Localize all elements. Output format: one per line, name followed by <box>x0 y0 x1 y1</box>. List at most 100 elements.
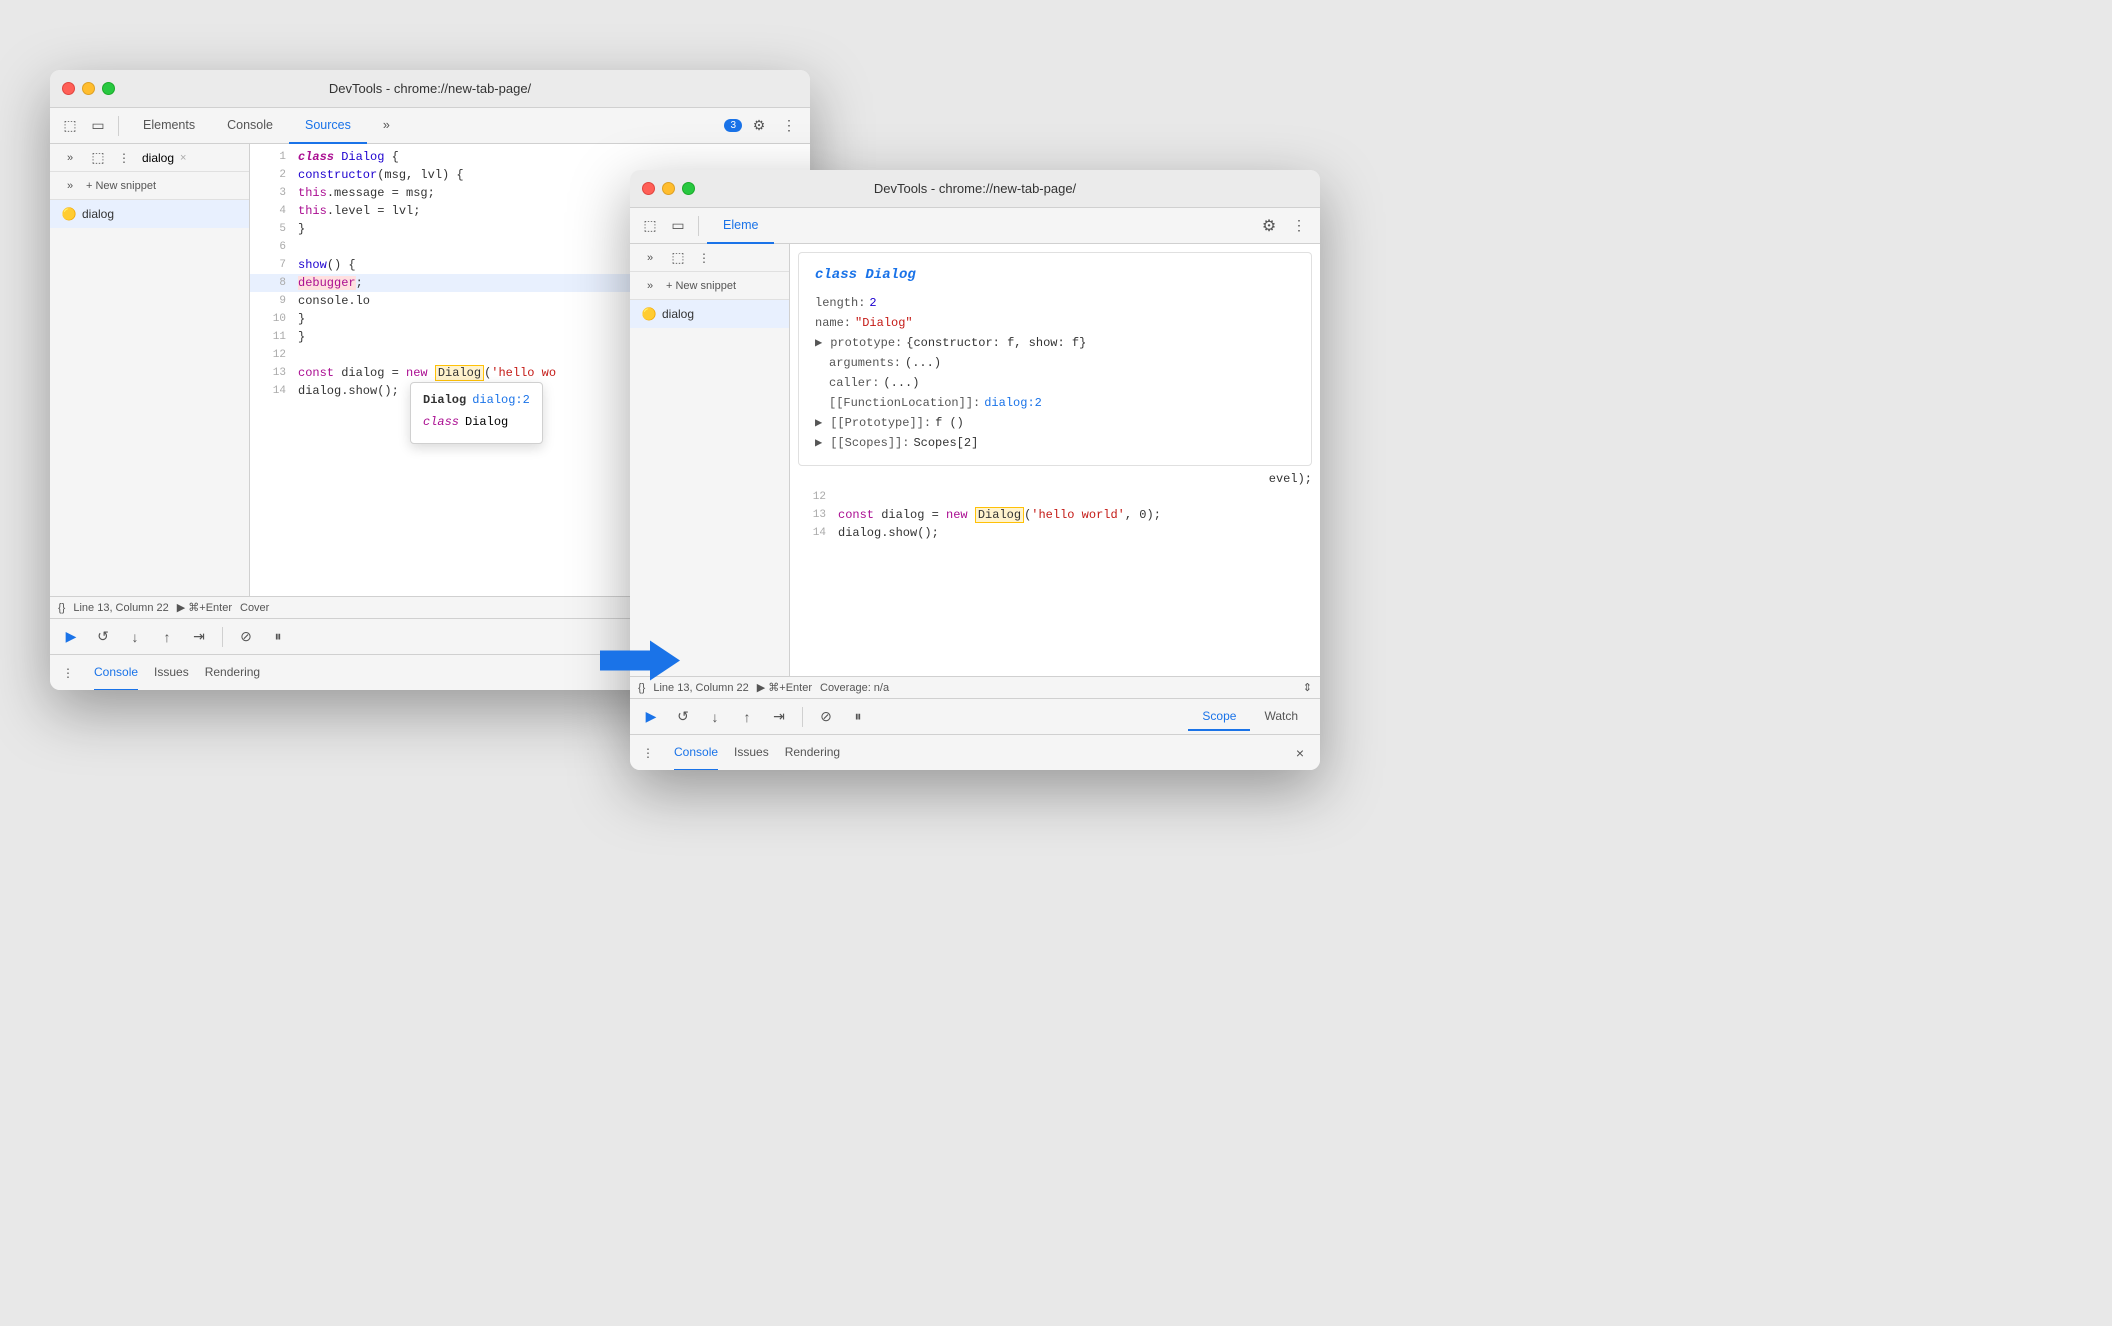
new-snippet-btn-back[interactable]: + New snippet <box>86 180 156 192</box>
coverage-front: Coverage: n/a <box>820 682 889 694</box>
pause-btn-back[interactable]: ⏸ <box>265 624 291 650</box>
bottom-tab-console-back[interactable]: Console <box>94 655 138 691</box>
code-line-1: 1 class Dialog { <box>250 148 810 166</box>
bottom-more-icon-back[interactable]: ⋮ <box>58 663 78 683</box>
scope-tab-scope-front[interactable]: Scope <box>1188 703 1250 731</box>
more-options-icon-front[interactable]: ⋮ <box>1286 213 1312 239</box>
debug-separator1-front <box>802 707 803 727</box>
snippet-header-front: » + New snippet <box>630 272 789 300</box>
tooltip-popup-back: Dialog dialog:2 class Dialog <box>410 382 543 444</box>
front-code-line-right: evel); <box>790 470 1320 488</box>
tab-elements-front[interactable]: Eleme <box>707 208 774 244</box>
bottom-tab-issues-back[interactable]: Issues <box>154 655 189 691</box>
inspect-icon-front[interactable]: ⬚ <box>638 214 662 238</box>
new-snippet-btn-front[interactable]: + New snippet <box>666 280 736 292</box>
play-btn-back[interactable]: ▶ <box>58 624 84 650</box>
traffic-lights-front <box>642 182 695 195</box>
main-content-front: class Dialog length: 2 name: "Dialog" ▶ … <box>790 244 1320 676</box>
sidebar-expand-icon-front[interactable]: » <box>638 246 662 270</box>
scroll-icon-front[interactable]: ⇕ <box>1303 681 1312 694</box>
sidebar-item-dialog-front[interactable]: 🟡 dialog <box>630 300 789 328</box>
sidebar-file-icon-front[interactable]: ⬚ <box>666 246 690 270</box>
step-out-btn-back[interactable]: ↑ <box>154 624 180 650</box>
coverage-back: Cover <box>240 602 269 614</box>
prop-name: name: "Dialog" <box>815 313 1295 333</box>
minimize-button-front[interactable] <box>662 182 675 195</box>
debug-toolbar-front: ▶ ↺ ↓ ↑ ⇥ ⊘ ⏸ Scope Watch <box>630 698 1320 734</box>
sidebar-header-back: » ⬚ ⋮ dialog × <box>50 144 249 172</box>
maximize-button-front[interactable] <box>682 182 695 195</box>
inspect-icon[interactable]: ⬚ <box>58 114 82 138</box>
sidebar-header-front: » ⬚ ⋮ <box>630 244 789 272</box>
pause-btn-front[interactable]: ⏸ <box>845 704 871 730</box>
window-title-back: DevTools - chrome://new-tab-page/ <box>329 81 531 96</box>
prop-arguments: arguments: (...) <box>815 353 1295 373</box>
more-options-icon-back[interactable]: ⋮ <box>776 113 802 139</box>
bottom-tab-issues-front[interactable]: Issues <box>734 735 769 771</box>
bottom-tabs-front: ⋮ Console Issues Rendering × <box>630 734 1320 770</box>
close-button-back[interactable] <box>62 82 75 95</box>
step-into-btn-back[interactable]: ↓ <box>122 624 148 650</box>
tab-console-back[interactable]: Console <box>211 108 289 144</box>
body-front: » ⬚ ⋮ » + New snippet 🟡 dialog class Dia… <box>630 244 1320 676</box>
tooltip-link1[interactable]: dialog:2 <box>472 391 530 409</box>
step-over-btn-front[interactable]: ↺ <box>670 704 696 730</box>
main-toolbar-front: ⬚ ▭ Eleme ⚙ ⋮ <box>630 208 1320 244</box>
deactivate-btn-back[interactable]: ⊘ <box>233 624 259 650</box>
sidebar-back-expand-icon[interactable]: » <box>58 174 82 198</box>
deactivate-btn-front[interactable]: ⊘ <box>813 704 839 730</box>
sidebar-item-dialog-back[interactable]: 🟡 dialog <box>50 200 249 228</box>
toolbar-separator <box>118 116 119 136</box>
tab-sources-back[interactable]: Sources <box>289 108 367 144</box>
bottom-tab-rendering-front[interactable]: Rendering <box>785 735 840 771</box>
settings-icon-front[interactable]: ⚙ <box>1256 213 1282 239</box>
back-expand-icon-front[interactable]: » <box>638 274 662 298</box>
sidebar-more-icon-back[interactable]: ⋮ <box>114 148 134 168</box>
status-bar-front: {} Line 13, Column 22 ▶ ⌘+Enter Coverage… <box>630 676 1320 698</box>
minimize-button-back[interactable] <box>82 82 95 95</box>
step-btn-back[interactable]: ⇥ <box>186 624 212 650</box>
function-location-link[interactable]: dialog:2 <box>984 393 1042 413</box>
class-name-heading: class Dialog <box>815 265 1295 285</box>
device-icon-front[interactable]: ▭ <box>666 214 690 238</box>
sidebar-more-icon-front[interactable]: ⋮ <box>694 248 714 268</box>
bottom-tab-rendering-back[interactable]: Rendering <box>205 655 260 691</box>
device-icon[interactable]: ▭ <box>86 114 110 138</box>
close-button-front[interactable] <box>642 182 655 195</box>
step-into-btn-front[interactable]: ↓ <box>702 704 728 730</box>
devtools-window-front: DevTools - chrome://new-tab-page/ ⬚ ▭ El… <box>630 170 1320 770</box>
maximize-button-back[interactable] <box>102 82 115 95</box>
step-btn-front[interactable]: ⇥ <box>766 704 792 730</box>
bottom-tab-console-front[interactable]: Console <box>674 735 718 771</box>
tooltip-italic: class <box>423 413 459 431</box>
tab-elements-back[interactable]: Elements <box>127 108 211 144</box>
sidebar-back: » ⬚ ⋮ dialog × » + New snippet 🟡 dialog <box>50 144 250 596</box>
arrow-svg <box>600 636 680 686</box>
bottom-more-icon-front[interactable]: ⋮ <box>638 743 658 763</box>
tooltip-class-name: Dialog <box>423 391 466 409</box>
prop-prototype2: ▶ [[Prototype]]: f () <box>815 413 1295 433</box>
tab-bar-back: Elements Console Sources » <box>127 108 406 144</box>
sidebar-file-icon-back[interactable]: ⬚ <box>86 146 110 170</box>
prop-length: length: 2 <box>815 293 1295 313</box>
scope-tab-watch-front[interactable]: Watch <box>1250 703 1312 731</box>
code-editor-front: evel); 12 13 const dialog = new Dialog('… <box>790 466 1320 676</box>
expand-prototype-icon[interactable]: ▶ <box>815 333 822 353</box>
front-code-line-13: 13 const dialog = new Dialog('hello worl… <box>790 506 1320 524</box>
sidebar-collapse-icon-back[interactable]: » <box>58 146 82 170</box>
settings-icon-back[interactable]: ⚙ <box>746 113 772 139</box>
traffic-lights-back <box>62 82 115 95</box>
tab-more-back[interactable]: » <box>367 108 406 144</box>
step-over-btn-back[interactable]: ↺ <box>90 624 116 650</box>
step-out-btn-front[interactable]: ↑ <box>734 704 760 730</box>
run-back: ▶ ⌘+Enter <box>177 601 232 614</box>
play-btn-front[interactable]: ▶ <box>638 704 664 730</box>
file-close-icon-back[interactable]: × <box>180 152 186 164</box>
titlebar-back: DevTools - chrome://new-tab-page/ <box>50 70 810 108</box>
close-bottom-icon-front[interactable]: × <box>1288 741 1312 765</box>
expand-scopes-icon[interactable]: ▶ <box>815 433 822 453</box>
position-back: Line 13, Column 22 <box>73 602 168 614</box>
expand-prototype2-icon[interactable]: ▶ <box>815 413 822 433</box>
active-file-label-back: dialog <box>142 151 174 165</box>
front-code-line-14: 14 dialog.show(); <box>790 524 1320 542</box>
